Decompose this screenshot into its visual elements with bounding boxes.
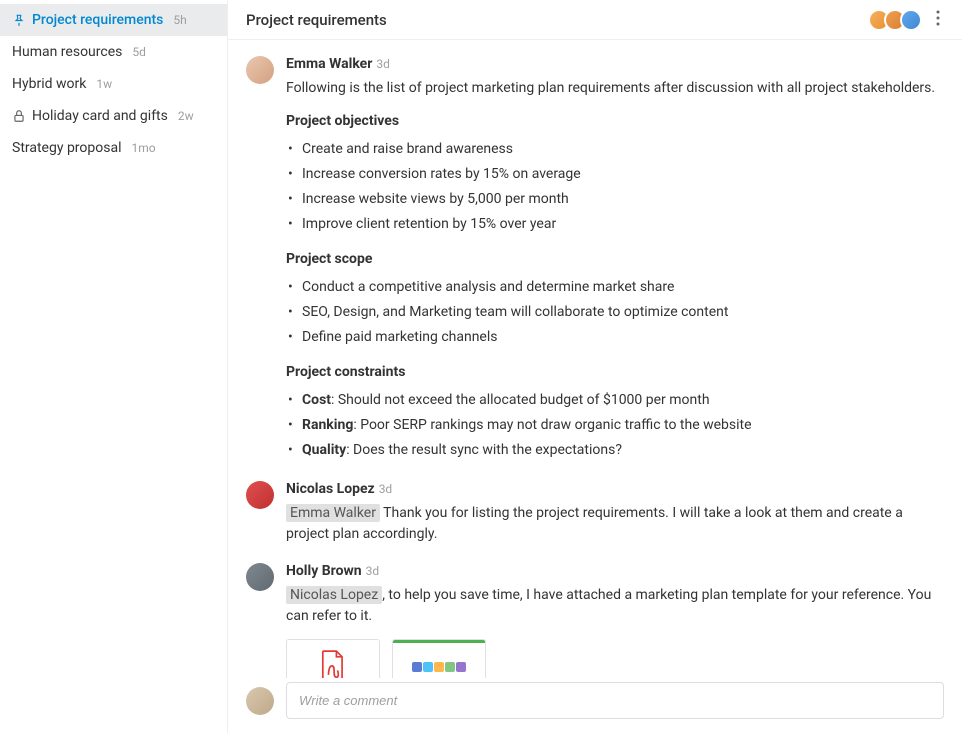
list-item: Define paid marketing channels (302, 325, 944, 350)
section-title: Project scope (286, 251, 944, 267)
lock-icon (12, 109, 26, 123)
header-right (874, 6, 944, 34)
attachment-card[interactable]: Marketing-stra... Proof this file 2h (392, 639, 486, 678)
section-title: Project objectives (286, 113, 944, 129)
post-text: Following is the list of project marketi… (286, 78, 944, 99)
sidebar-item-label: Project requirements (32, 12, 163, 28)
sidebar-item-time: 5d (132, 45, 146, 59)
pin-icon (12, 13, 26, 27)
post-time: 3d (366, 564, 380, 578)
attachment-card[interactable]: Marketing-plan... Proof this file 2h (286, 639, 380, 678)
sidebar-item-time: 2w (178, 109, 194, 123)
main-panel: Project requirements Emma Walker 3d Foll… (228, 0, 962, 733)
post-author[interactable]: Nicolas Lopez (286, 481, 375, 497)
content-scroll: Emma Walker 3d Following is the list of … (228, 40, 962, 678)
more-options-icon[interactable] (932, 6, 944, 34)
sidebar-item-time: 1mo (131, 141, 155, 155)
list-item: Increase conversion rates by 15% on aver… (302, 162, 944, 187)
avatar (900, 9, 922, 31)
list-item: Ranking: Poor SERP rankings may not draw… (302, 413, 944, 438)
mention[interactable]: Nicolas Lopez (286, 586, 382, 604)
list-item: Increase website views by 5,000 per mont… (302, 187, 944, 212)
list-item: Quality: Does the result sync with the e… (302, 438, 944, 463)
post-text: Emma Walker Thank you for listing the pr… (286, 503, 944, 545)
objectives-list: Create and raise brand awareness Increas… (286, 137, 944, 237)
avatar[interactable] (246, 687, 274, 715)
list-item: Improve client retention by 15% over yea… (302, 212, 944, 237)
post-author[interactable]: Emma Walker (286, 56, 372, 72)
post: Emma Walker 3d Following is the list of … (246, 56, 944, 463)
attachments: Marketing-plan... Proof this file 2h (286, 639, 944, 678)
comment-input[interactable] (286, 682, 944, 719)
pdf-icon (319, 650, 347, 679)
list-item: Cost: Should not exceed the allocated bu… (302, 388, 944, 413)
sidebar-item-label: Holiday card and gifts (32, 108, 168, 124)
post: Nicolas Lopez 3d Emma Walker Thank you f… (246, 481, 944, 545)
post-time: 3d (379, 482, 393, 496)
participant-avatars[interactable] (874, 9, 922, 31)
sidebar-item-label: Human resources (12, 44, 122, 60)
list-item: Conduct a competitive analysis and deter… (302, 275, 944, 300)
mention[interactable]: Emma Walker (286, 504, 380, 522)
post-author[interactable]: Holly Brown (286, 563, 362, 579)
hexagon-graphic-icon (412, 662, 466, 672)
sidebar-item-time: 5h (173, 13, 186, 27)
sidebar-item-project-requirements[interactable]: Project requirements 5h (0, 4, 227, 36)
sidebar: Project requirements 5h Human resources … (0, 0, 228, 733)
sidebar-item-label: Hybrid work (12, 76, 86, 92)
sidebar-item-human-resources[interactable]: Human resources 5d (0, 36, 227, 68)
attachment-thumb (287, 640, 379, 678)
list-item: Create and raise brand awareness (302, 137, 944, 162)
sidebar-item-time: 1w (96, 77, 112, 91)
sidebar-item-holiday-card[interactable]: Holiday card and gifts 2w (0, 100, 227, 132)
sidebar-item-label: Strategy proposal (12, 140, 121, 156)
post-text: Nicolas Lopez, to help you save time, I … (286, 585, 944, 627)
section-title: Project constraints (286, 364, 944, 380)
sidebar-item-strategy-proposal[interactable]: Strategy proposal 1mo (0, 132, 227, 164)
attachment-thumb (393, 640, 485, 678)
comment-row (228, 682, 962, 733)
post-time: 3d (376, 57, 390, 71)
avatar[interactable] (246, 563, 274, 591)
post: Holly Brown 3d Nicolas Lopez, to help yo… (246, 563, 944, 678)
page-title: Project requirements (246, 11, 387, 29)
constraints-list: Cost: Should not exceed the allocated bu… (286, 388, 944, 463)
list-item: SEO, Design, and Marketing team will col… (302, 300, 944, 325)
avatar[interactable] (246, 56, 274, 84)
avatar[interactable] (246, 481, 274, 509)
sidebar-item-hybrid-work[interactable]: Hybrid work 1w (0, 68, 227, 100)
scope-list: Conduct a competitive analysis and deter… (286, 275, 944, 350)
header: Project requirements (228, 0, 962, 40)
